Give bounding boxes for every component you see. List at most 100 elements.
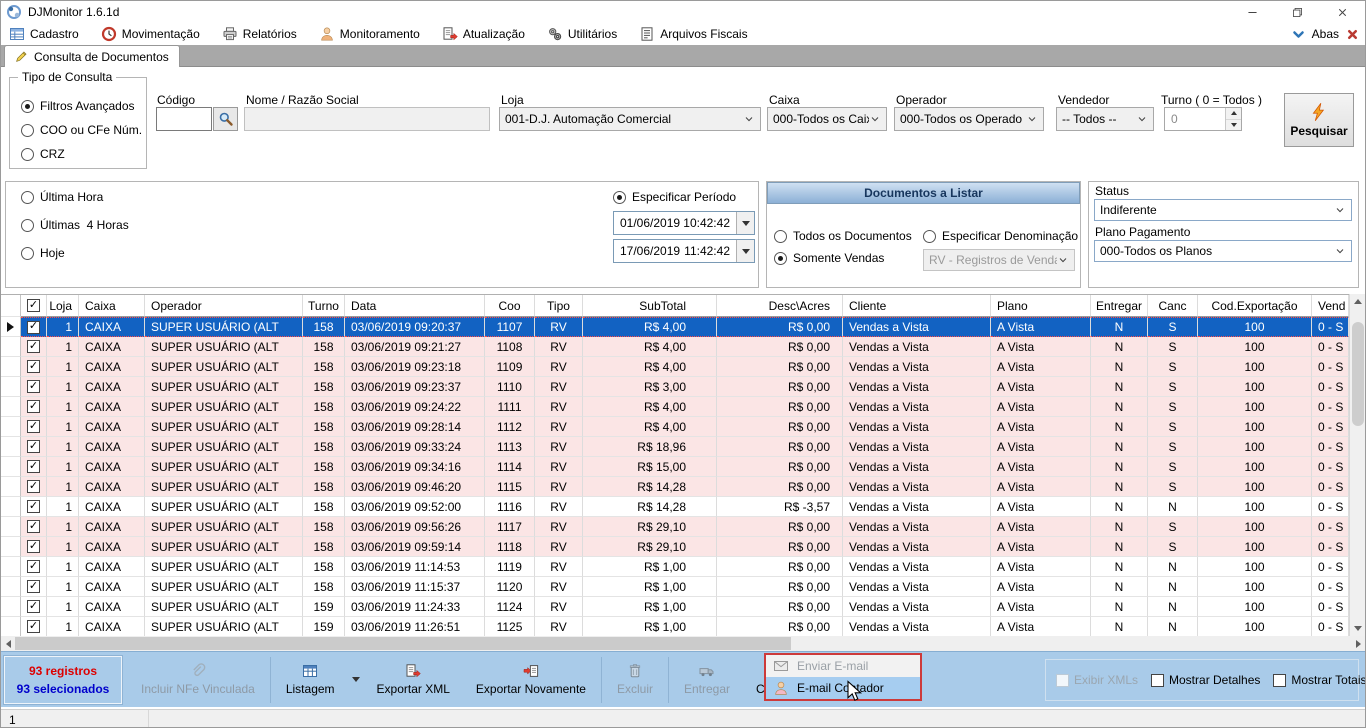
cell-header-tipo[interactable]: Tipo — [535, 295, 583, 317]
table-row[interactable]: 1CAIXASUPER USUÁRIO (ALT15803/06/2019 09… — [1, 537, 1349, 557]
close-tab-icon[interactable] — [1346, 28, 1359, 41]
cell-row-select[interactable] — [21, 377, 47, 397]
spin-up-button[interactable] — [1226, 108, 1241, 120]
cell-header-entregar[interactable]: Entregar — [1091, 295, 1148, 317]
cell-row-select[interactable] — [21, 617, 47, 636]
table-row[interactable]: 1CAIXASUPER USUÁRIO (ALT15803/06/2019 09… — [1, 377, 1349, 397]
checkbox-mostrar-totais[interactable]: Mostrar Totais — [1273, 673, 1366, 687]
table-row[interactable]: 1CAIXASUPER USUÁRIO (ALT15803/06/2019 11… — [1, 577, 1349, 597]
status-select[interactable]: Indiferente — [1094, 199, 1352, 221]
menu-item-e-mail-contador[interactable]: E-mail Contador — [766, 677, 920, 699]
menu-utilitarios[interactable]: Utilitários — [547, 26, 617, 42]
table-row[interactable]: 1CAIXASUPER USUÁRIO (ALT15803/06/2019 09… — [1, 417, 1349, 437]
table-row[interactable]: 1CAIXASUPER USUÁRIO (ALT15803/06/2019 09… — [1, 477, 1349, 497]
cell-row-select[interactable] — [21, 557, 47, 577]
menu-cadastro[interactable]: Cadastro — [9, 26, 79, 42]
table-row[interactable]: 1CAIXASUPER USUÁRIO (ALT15803/06/2019 11… — [1, 557, 1349, 577]
codigo-input[interactable] — [156, 107, 212, 131]
abas-label[interactable]: Abas — [1312, 27, 1339, 41]
table-row[interactable]: 1CAIXASUPER USUÁRIO (ALT15803/06/2019 09… — [1, 337, 1349, 357]
row-checkbox[interactable] — [27, 480, 40, 493]
cell-header-plano[interactable]: Plano — [991, 295, 1091, 317]
vertical-scrollbar[interactable] — [1349, 294, 1365, 636]
cell-header-operador[interactable]: Operador — [145, 295, 303, 317]
row-checkbox[interactable] — [27, 600, 40, 613]
cell-row-select[interactable] — [21, 537, 47, 557]
date-from-input[interactable]: 01/06/2019 10:42:42 — [613, 211, 755, 235]
row-checkbox[interactable] — [27, 560, 40, 573]
row-checkbox[interactable] — [27, 360, 40, 373]
checkbox-mostrar-detalhes[interactable]: Mostrar Detalhes — [1151, 673, 1260, 687]
caixa-select[interactable]: 000-Todos os Caixa: — [767, 107, 887, 131]
cell-row-select[interactable] — [21, 437, 47, 457]
cell-row-select[interactable] — [21, 337, 47, 357]
horizontal-scrollbar[interactable] — [1, 636, 1365, 651]
scroll-up-button[interactable] — [1350, 294, 1366, 309]
table-row[interactable]: 1CAIXASUPER USUÁRIO (ALT15803/06/2019 09… — [1, 397, 1349, 417]
row-checkbox[interactable] — [27, 440, 40, 453]
cell-row-select[interactable] — [21, 517, 47, 537]
select-all-checkbox[interactable] — [27, 299, 40, 312]
table-row[interactable]: 1CAIXASUPER USUÁRIO (ALT15803/06/2019 09… — [1, 517, 1349, 537]
cell-header-loja[interactable]: Loja — [47, 295, 79, 317]
radio-todos-os-documentos[interactable]: Todos os Documentos — [774, 229, 912, 243]
close-button[interactable] — [1320, 1, 1365, 23]
table-row[interactable]: 1CAIXASUPER USUÁRIO (ALT15803/06/2019 09… — [1, 357, 1349, 377]
vertical-scrollbar-thumb[interactable] — [1352, 322, 1364, 426]
vendedor-select[interactable]: -- Todos -- — [1056, 107, 1154, 131]
loja-select[interactable]: 001-D.J. Automação Comercial — [499, 107, 761, 131]
menu-atualizacao[interactable]: Atualização — [442, 26, 525, 42]
chevron-down-icon[interactable] — [1292, 28, 1305, 41]
radio-ultimas-4-horas[interactable]: Últimas 4 Horas — [21, 218, 129, 232]
listagem-button[interactable]: Listagem — [273, 652, 348, 707]
radio-filtros-avancados[interactable]: Filtros Avançados — [21, 99, 135, 113]
date-to-input[interactable]: 17/06/2019 11:42:42 — [613, 239, 755, 263]
checkbox-box[interactable] — [1151, 674, 1164, 687]
cell-row-select[interactable] — [21, 577, 47, 597]
minimize-button[interactable] — [1230, 1, 1275, 23]
row-checkbox[interactable] — [27, 500, 40, 513]
radio-especificar-periodo[interactable]: Especificar Período — [613, 190, 736, 204]
radio-crz[interactable]: CRZ — [21, 147, 65, 161]
cell-header-subtotal[interactable]: SubTotal — [583, 295, 717, 317]
row-checkbox[interactable] — [27, 620, 40, 633]
table-row[interactable]: 1CAIXASUPER USUÁRIO (ALT15903/06/2019 11… — [1, 617, 1349, 636]
cell-header-canc[interactable]: Canc — [1148, 295, 1198, 317]
cell-row-select[interactable] — [21, 497, 47, 517]
checkbox-box[interactable] — [1273, 674, 1286, 687]
date-to-dropdown-button[interactable] — [736, 240, 754, 262]
date-from-dropdown-button[interactable] — [736, 212, 754, 234]
radio-ultima-hora[interactable]: Última Hora — [21, 190, 103, 204]
row-checkbox[interactable] — [27, 540, 40, 553]
maximize-button[interactable] — [1275, 1, 1320, 23]
cell-header-cod-exportacao[interactable]: Cod.Exportação — [1198, 295, 1312, 317]
radio-especificar-denominacao[interactable]: Especificar Denominação — [923, 229, 1078, 243]
search-button[interactable] — [213, 107, 238, 131]
cell-row-select[interactable] — [21, 597, 47, 617]
row-checkbox[interactable] — [27, 420, 40, 433]
scroll-down-button[interactable] — [1350, 621, 1366, 636]
nome-input[interactable] — [244, 107, 490, 131]
scroll-left-button[interactable] — [1, 636, 15, 651]
table-row[interactable]: 1CAIXASUPER USUÁRIO (ALT15803/06/2019 09… — [1, 317, 1349, 337]
cell-header-vend[interactable]: Vend — [1312, 295, 1349, 317]
radio-hoje[interactable]: Hoje — [21, 246, 65, 260]
row-checkbox[interactable] — [27, 580, 40, 593]
row-checkbox[interactable] — [27, 340, 40, 353]
cell-row-select[interactable] — [21, 477, 47, 497]
table-row[interactable]: 1CAIXASUPER USUÁRIO (ALT15903/06/2019 11… — [1, 597, 1349, 617]
scroll-right-button[interactable] — [1351, 636, 1365, 651]
listagem-dropdown-arrow[interactable] — [348, 652, 364, 707]
spin-down-button[interactable] — [1226, 120, 1241, 131]
cell-row-select[interactable] — [21, 317, 47, 337]
cell-header-caixa[interactable]: Caixa — [79, 295, 145, 317]
operador-select[interactable]: 000-Todos os Operado — [894, 107, 1044, 131]
cell-header-coo[interactable]: Coo — [485, 295, 535, 317]
cell-row-select[interactable] — [21, 357, 47, 377]
denominacao-select[interactable]: RV - Registros de Venda — [923, 249, 1075, 271]
table-row[interactable]: 1CAIXASUPER USUÁRIO (ALT15803/06/2019 09… — [1, 497, 1349, 517]
cell-row-select[interactable] — [21, 457, 47, 477]
menu-relatorios[interactable]: Relatórios — [222, 26, 297, 42]
row-checkbox[interactable] — [27, 400, 40, 413]
cell-header-cliente[interactable]: Cliente — [843, 295, 991, 317]
